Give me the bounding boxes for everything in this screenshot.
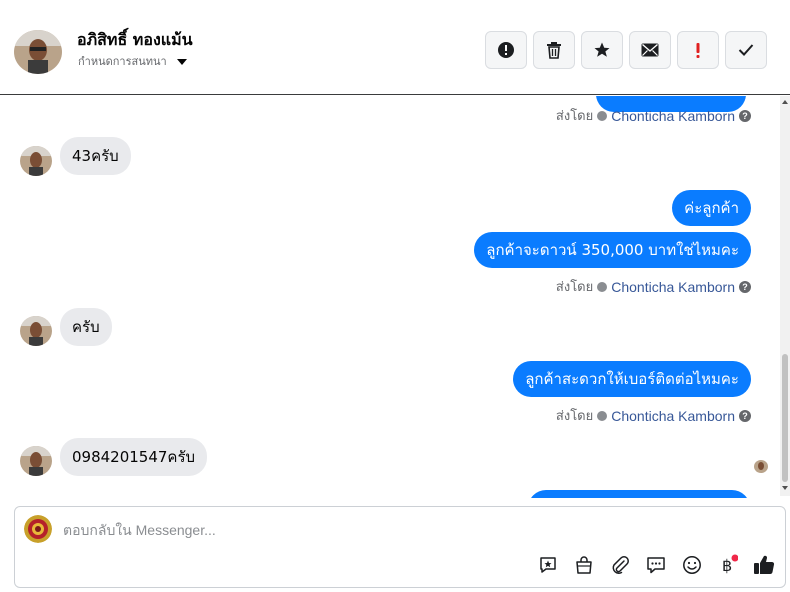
check-icon xyxy=(738,44,754,56)
shop-button[interactable] xyxy=(571,553,597,577)
scroll-up-arrow[interactable] xyxy=(782,100,788,104)
verified-icon xyxy=(597,410,608,421)
contact-avatar-small[interactable] xyxy=(20,316,52,346)
spam-button[interactable] xyxy=(485,31,527,69)
follow-up-button[interactable] xyxy=(677,31,719,69)
svg-text:฿: ฿ xyxy=(722,556,732,575)
outgoing-message[interactable]: ลูกค้าจะดาวน์ 350,000 บาทใช่ไหมคะ xyxy=(474,232,751,268)
like-button[interactable] xyxy=(751,553,777,577)
sent-by-row: ส่งโดย Chonticha Kamborn ? xyxy=(556,405,751,426)
sent-by-row: ส่งโดย Chonticha Kamborn ? xyxy=(556,276,751,297)
incoming-message[interactable]: 0984201547ครับ xyxy=(60,438,208,476)
agent-name[interactable]: Chonticha Kamborn xyxy=(611,408,735,424)
contact-avatar-small[interactable] xyxy=(20,146,52,176)
caret-down-icon xyxy=(176,58,187,65)
trash-icon xyxy=(547,42,561,59)
verified-icon xyxy=(597,110,608,121)
verified-icon xyxy=(597,281,608,292)
sent-by-row: ส่งโดย Chonticha Kamborn ? xyxy=(556,105,751,126)
saved-reply-icon xyxy=(540,557,556,573)
exclamation-circle-icon xyxy=(498,42,514,58)
red-exclamation-icon xyxy=(696,43,700,58)
page-avatar xyxy=(24,515,52,543)
incoming-message[interactable]: ครับ xyxy=(60,308,112,346)
chat-bubble-icon xyxy=(647,557,665,574)
paperclip-icon xyxy=(612,556,629,574)
help-icon[interactable]: ? xyxy=(739,409,751,422)
payment-button[interactable]: ฿ xyxy=(715,553,741,577)
thread-scrollbar[interactable] xyxy=(780,96,790,496)
star-icon xyxy=(594,42,610,57)
scroll-down-arrow[interactable] xyxy=(782,486,788,490)
contact-name[interactable]: อภิสิทธิ์ ทองแม้น xyxy=(77,28,193,53)
reply-composer: ฿ xyxy=(14,506,786,588)
agent-name[interactable]: Chonticha Kamborn xyxy=(611,279,735,295)
baht-payment-icon: ฿ xyxy=(722,554,738,575)
star-button[interactable] xyxy=(581,31,623,69)
delete-button[interactable] xyxy=(533,31,575,69)
contact-avatar[interactable] xyxy=(14,30,62,74)
sent-by-label: ส่งโดย xyxy=(555,280,594,295)
read-receipt-avatar xyxy=(754,460,768,473)
conversation-header: อภิสิทธิ์ ทองแม้น กำหนดการสนทนา xyxy=(0,0,790,95)
message-thread[interactable]: ส่งโดย Chonticha Kamborn ? 43ครับ ค่ะลูก… xyxy=(0,96,780,498)
incoming-message[interactable]: 43ครับ xyxy=(60,137,131,175)
conversation-menu-label: กำหนดการสนทนา xyxy=(78,55,167,68)
agent-name[interactable]: Chonticha Kamborn xyxy=(611,108,735,124)
saved-reply-button[interactable] xyxy=(535,553,561,577)
help-icon[interactable]: ? xyxy=(739,280,751,293)
attach-button[interactable] xyxy=(607,553,633,577)
envelope-icon xyxy=(641,43,659,57)
sent-by-label: ส่งโดย xyxy=(555,409,594,424)
scrollbar-thumb[interactable] xyxy=(782,354,788,482)
done-button[interactable] xyxy=(725,31,767,69)
outgoing-message[interactable]: ลูกค้าสะดวกให้เบอร์ติดต่อไหมคะ xyxy=(513,361,751,397)
outgoing-message-partial[interactable] xyxy=(528,490,750,498)
emoji-button[interactable] xyxy=(679,553,705,577)
shopping-bag-icon xyxy=(576,556,592,574)
sent-by-label: ส่งโดย xyxy=(555,109,594,124)
help-icon[interactable]: ? xyxy=(739,109,751,122)
emoji-icon xyxy=(683,556,701,574)
conversation-menu[interactable]: กำหนดการสนทนา xyxy=(78,52,187,70)
like-thumb-icon xyxy=(754,555,775,575)
quick-reply-button[interactable] xyxy=(643,553,669,577)
contact-avatar-small[interactable] xyxy=(20,446,52,476)
mark-unread-button[interactable] xyxy=(629,31,671,69)
outgoing-message[interactable]: ค่ะลูกค้า xyxy=(672,190,751,226)
reply-input[interactable] xyxy=(63,519,743,541)
